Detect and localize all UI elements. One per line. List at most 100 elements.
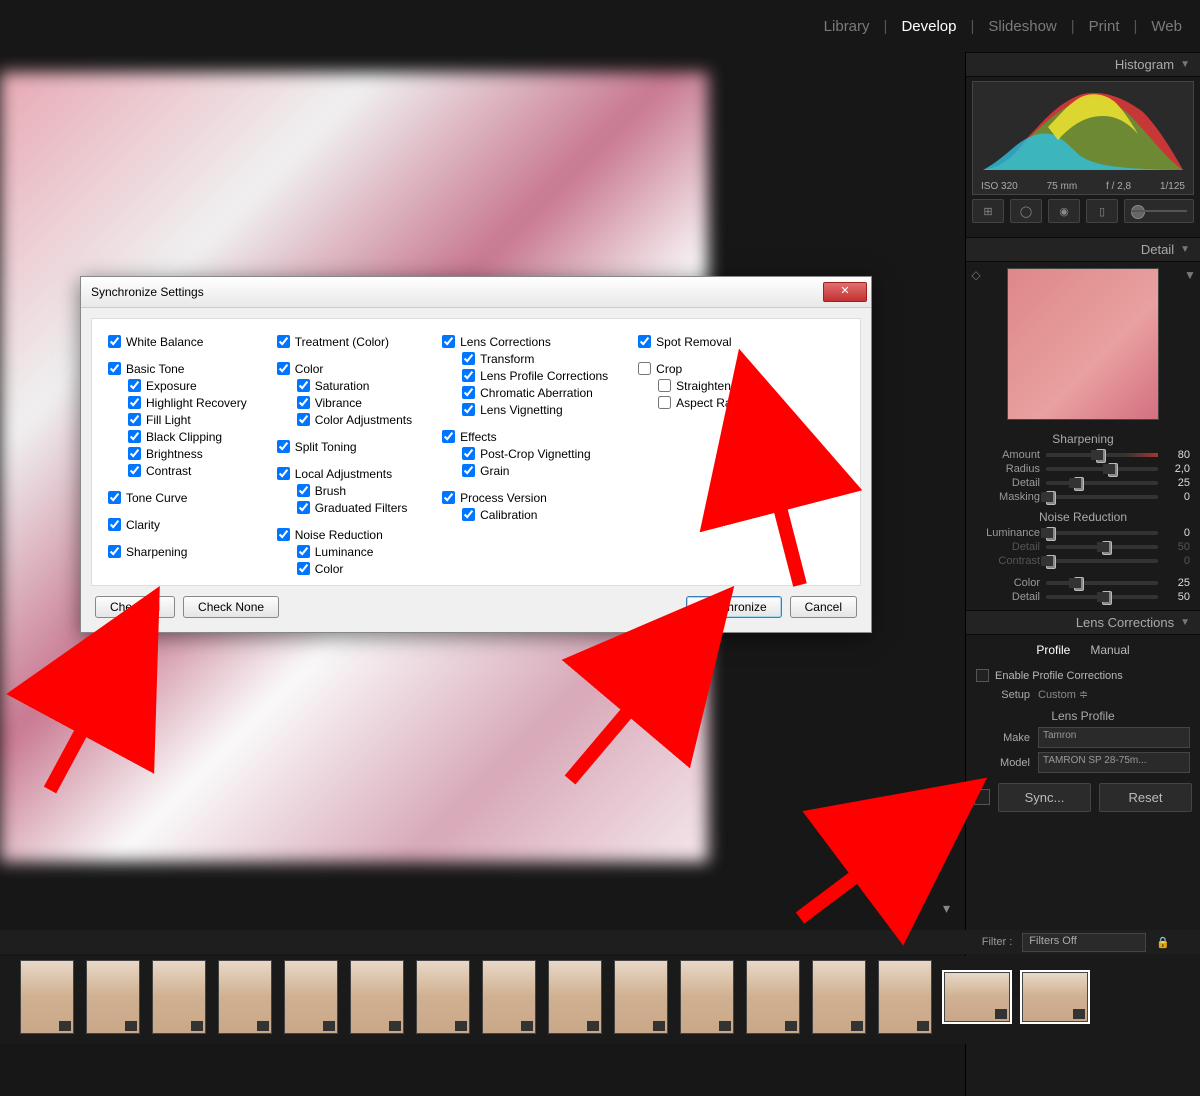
checkbox-input[interactable] <box>658 379 671 392</box>
check-all-button[interactable]: Check All <box>95 596 175 618</box>
checkbox-input[interactable] <box>277 528 290 541</box>
filmstrip-thumb[interactable] <box>614 960 668 1034</box>
filmstrip-thumb[interactable] <box>86 960 140 1034</box>
nav-slideshow[interactable]: Slideshow <box>988 18 1056 35</box>
checkbox-input[interactable] <box>462 464 475 477</box>
checkbox-input[interactable] <box>108 491 121 504</box>
filmstrip-thumb[interactable] <box>812 960 866 1034</box>
synchronize-button[interactable]: Synchronize <box>686 596 782 618</box>
checkbox-input[interactable] <box>277 335 290 348</box>
checkbox-highlight-recovery[interactable]: Highlight Recovery <box>108 394 247 411</box>
checkbox-input[interactable] <box>442 430 455 443</box>
filmstrip-thumb[interactable] <box>152 960 206 1034</box>
filter-select[interactable]: Filters Off <box>1022 933 1146 952</box>
checkbox-exposure[interactable]: Exposure <box>108 377 247 394</box>
checkbox-process-version[interactable]: Process Version <box>442 489 608 506</box>
tab-manual[interactable]: Manual <box>1090 643 1129 657</box>
checkbox-lens-vignetting[interactable]: Lens Vignetting <box>442 401 608 418</box>
slider-track[interactable] <box>1046 481 1158 485</box>
slider-track[interactable] <box>1046 559 1158 563</box>
filmstrip-thumb[interactable] <box>482 960 536 1034</box>
checkbox-input[interactable] <box>462 508 475 521</box>
crop-tool-icon[interactable]: ⊞ <box>972 199 1004 223</box>
filmstrip-thumb[interactable] <box>944 972 1010 1022</box>
slider-color[interactable]: Color25 <box>966 576 1200 590</box>
checkbox-post-crop-vignetting[interactable]: Post-Crop Vignetting <box>442 445 608 462</box>
slider-masking[interactable]: Masking0 <box>966 490 1200 504</box>
slider-track[interactable] <box>1046 495 1158 499</box>
checkbox-contrast[interactable]: Contrast <box>108 462 247 479</box>
checkbox-graduated-filters[interactable]: Graduated Filters <box>277 499 412 516</box>
check-none-button[interactable]: Check None <box>183 596 279 618</box>
checkbox-noise-reduction[interactable]: Noise Reduction <box>277 526 412 543</box>
checkbox-input[interactable] <box>277 440 290 453</box>
checkbox-input[interactable] <box>108 362 121 375</box>
slider-track[interactable] <box>1046 467 1158 471</box>
checkbox-saturation[interactable]: Saturation <box>277 377 412 394</box>
checkbox-icon[interactable] <box>976 669 989 682</box>
switch-toggle-icon[interactable] <box>974 789 990 805</box>
filmstrip-thumb[interactable] <box>416 960 470 1034</box>
reset-button[interactable]: Reset <box>1099 783 1192 812</box>
slider-track[interactable] <box>1046 531 1158 535</box>
toolbar-dropdown-icon[interactable]: ▾ <box>943 900 950 917</box>
checkbox-chromatic-aberration[interactable]: Chromatic Aberration <box>442 384 608 401</box>
checkbox-black-clipping[interactable]: Black Clipping <box>108 428 247 445</box>
filmstrip-thumb[interactable] <box>1022 972 1088 1022</box>
detail-header[interactable]: Detail▼ <box>966 237 1200 262</box>
filmstrip-thumb[interactable] <box>20 960 74 1034</box>
checkbox-color[interactable]: Color <box>277 360 412 377</box>
checkbox-input[interactable] <box>297 484 310 497</box>
checkbox-input[interactable] <box>658 396 671 409</box>
checkbox-straighten-angle[interactable]: Straighten Angle <box>638 377 764 394</box>
slider-track[interactable] <box>1046 581 1158 585</box>
checkbox-tone-curve[interactable]: Tone Curve <box>108 489 247 506</box>
checkbox-input[interactable] <box>638 335 651 348</box>
checkbox-input[interactable] <box>108 545 121 558</box>
checkbox-lens-corrections[interactable]: Lens Corrections <box>442 333 608 350</box>
brush-tool[interactable] <box>1124 199 1194 223</box>
lens-header[interactable]: Lens Corrections▼ <box>966 610 1200 635</box>
nav-library[interactable]: Library <box>824 18 870 35</box>
slider-track[interactable] <box>1046 595 1158 599</box>
dialog-titlebar[interactable]: Synchronize Settings ✕ <box>81 277 871 308</box>
enable-profile-corrections[interactable]: Enable Profile Corrections <box>966 665 1200 686</box>
slider-track[interactable] <box>1046 453 1158 457</box>
checkbox-input[interactable] <box>462 386 475 399</box>
checkbox-input[interactable] <box>297 562 310 575</box>
disclosure-triangle-icon[interactable]: ▼ <box>1180 262 1200 282</box>
slider-luminance[interactable]: Luminance0 <box>966 526 1200 540</box>
checkbox-input[interactable] <box>108 518 121 531</box>
checkbox-color[interactable]: Color <box>277 560 412 577</box>
checkbox-sharpening[interactable]: Sharpening <box>108 543 247 560</box>
checkbox-input[interactable] <box>128 430 141 443</box>
checkbox-input[interactable] <box>462 369 475 382</box>
setup-value[interactable]: Custom ≑ <box>1038 688 1088 701</box>
cancel-button[interactable]: Cancel <box>790 596 857 618</box>
filmstrip-thumb[interactable] <box>284 960 338 1034</box>
histogram[interactable]: ISO 320 75 mm f / 2,8 1/125 <box>972 81 1194 195</box>
checkbox-input[interactable] <box>297 396 310 409</box>
checkbox-white-balance[interactable]: White Balance <box>108 333 247 350</box>
checkbox-input[interactable] <box>297 501 310 514</box>
model-select[interactable]: TAMRON SP 28-75m... <box>1038 752 1190 773</box>
grad-tool-icon[interactable]: ▯ <box>1086 199 1118 223</box>
checkbox-input[interactable] <box>297 413 310 426</box>
nav-print[interactable]: Print <box>1089 18 1120 35</box>
checkbox-input[interactable] <box>277 362 290 375</box>
slider-detail[interactable]: Detail50 <box>966 590 1200 604</box>
filmstrip-thumb[interactable] <box>878 960 932 1034</box>
checkbox-input[interactable] <box>108 335 121 348</box>
checkbox-crop[interactable]: Crop <box>638 360 764 377</box>
redeye-tool-icon[interactable]: ◉ <box>1048 199 1080 223</box>
checkbox-input[interactable] <box>638 362 651 375</box>
checkbox-clarity[interactable]: Clarity <box>108 516 247 533</box>
make-select[interactable]: Tamron <box>1038 727 1190 748</box>
detail-target-icon[interactable]: ◇ <box>966 262 986 282</box>
checkbox-calibration[interactable]: Calibration <box>442 506 608 523</box>
slider-amount[interactable]: Amount80 <box>966 448 1200 462</box>
checkbox-luminance[interactable]: Luminance <box>277 543 412 560</box>
checkbox-input[interactable] <box>442 491 455 504</box>
checkbox-input[interactable] <box>297 545 310 558</box>
checkbox-split-toning[interactable]: Split Toning <box>277 438 412 455</box>
